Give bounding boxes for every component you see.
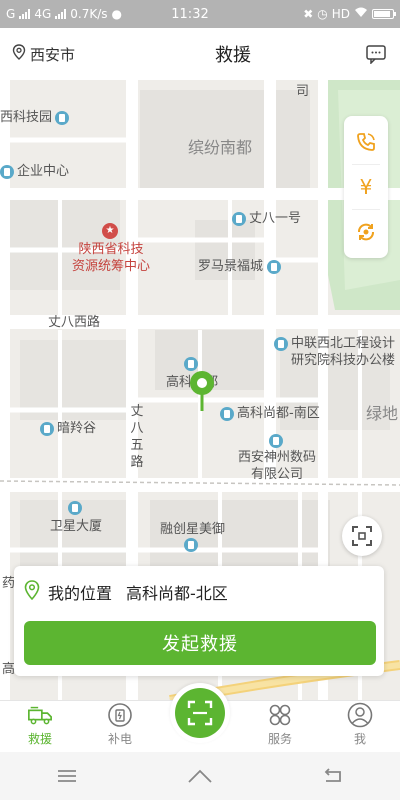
tab-scan[interactable] (160, 683, 240, 752)
map-label-text: 西科技园 (0, 110, 53, 125)
map-label-roma: 罗马景福城 (198, 255, 284, 274)
map-label-text: 卫星大厦 (50, 519, 103, 534)
map-label-rongchuang: 融创星美御 (160, 518, 225, 552)
map-label-text: 八 (130, 421, 144, 436)
building-icon (268, 433, 283, 448)
map-label-text: 有限公司 (251, 467, 304, 482)
building-icon (184, 537, 198, 552)
building-icon (55, 110, 70, 125)
menu-icon[interactable] (47, 761, 87, 791)
tab-label: 服务 (267, 732, 292, 746)
map-label-text: 陕西省科技 (78, 242, 144, 257)
map-label-text: 研究院科技办公楼 (291, 353, 396, 368)
refresh-icon[interactable] (344, 210, 388, 254)
battery-charge-icon (107, 702, 133, 728)
chat-bubble-icon[interactable] (364, 42, 388, 66)
app-header: 西安市 救援 (0, 28, 400, 80)
net-speed: 0.7K/s (70, 7, 108, 21)
signal-icon (19, 9, 31, 19)
map-label-enterprise: 企业中心 (0, 160, 69, 179)
map-label-text: 暗羚谷 (57, 421, 97, 436)
system-nav-bar (0, 752, 400, 800)
my-location-row[interactable]: 我的位置 高科尚都-北区 (14, 566, 384, 618)
building-icon (267, 259, 282, 274)
tab-me[interactable]: 我 (320, 701, 400, 752)
map-label-text: 五 (130, 438, 144, 453)
bottom-tab-bar: 救援 补电 服务 我 (0, 683, 400, 752)
map-side-panel: ¥ (344, 116, 388, 258)
location-card: 我的位置 高科尚都-北区 发起救援 (14, 566, 384, 676)
wifi-icon (354, 7, 368, 21)
map-label-si: 司 (296, 84, 310, 99)
map-label-zhangba-yi: 丈八一号 (232, 207, 301, 226)
map-label-text: 融创星美御 (160, 522, 226, 537)
user-icon (347, 702, 373, 728)
map-label-text: 西安神州数码 (238, 450, 317, 465)
back-icon[interactable] (313, 761, 353, 791)
location-pin-icon (12, 44, 26, 64)
map-label-shaanxi: ★ 陕西省科技 资源统筹中心 (72, 223, 151, 275)
map-label-text: 丈八一号 (249, 211, 302, 226)
scan-icon (175, 688, 225, 738)
mute-icon: ✖ (303, 7, 314, 21)
network-label: 4G (34, 7, 52, 21)
phone-icon[interactable] (344, 120, 388, 164)
map-label-text: 资源统筹中心 (72, 259, 151, 274)
yuan-icon[interactable]: ¥ (344, 165, 388, 209)
map-label-zhangba-road: 丈八西路 (48, 315, 101, 330)
map-label-anling: 暗羚谷 (40, 417, 96, 436)
building-icon (183, 356, 198, 371)
status-time: 11:32 (171, 6, 209, 22)
building-icon (220, 406, 234, 421)
start-rescue-button[interactable]: 发起救援 (24, 621, 376, 665)
notification-bell-icon: ● (111, 7, 122, 21)
city-selector[interactable]: 西安市 (12, 44, 132, 65)
signal-icon-2 (55, 9, 67, 19)
my-location-label: 我的位置 (48, 584, 113, 603)
recenter-scan-icon[interactable] (342, 516, 382, 556)
tab-rescue[interactable]: 救援 (0, 701, 80, 752)
building-icon (274, 336, 288, 351)
carrier-label: G (6, 7, 16, 21)
battery-icon (372, 9, 396, 19)
tab-charge[interactable]: 补电 (80, 701, 160, 752)
map-label-zhonglian: 中联西北工程设计 研究院科技办公楼 (274, 335, 395, 369)
grid-icon (267, 702, 293, 728)
scan-button[interactable] (170, 683, 230, 743)
map-label-binfen: 缤纷南都 (188, 138, 253, 157)
tow-truck-icon (27, 702, 53, 728)
star-icon: ★ (102, 223, 118, 239)
tab-service[interactable]: 服务 (240, 701, 320, 752)
building-icon (232, 211, 246, 226)
home-icon[interactable] (180, 761, 220, 791)
hd-label: HD (331, 7, 350, 21)
status-right: ✖ ◷ HD (244, 7, 396, 21)
map-label-zhangba5: 丈 八 五 路 (130, 403, 144, 471)
tab-label: 我 (353, 732, 366, 746)
building-icon (40, 421, 54, 436)
city-name: 西安市 (30, 45, 76, 64)
map-label-text: 高科尚都-南区 (237, 406, 320, 421)
map-label-text: 罗马景福城 (198, 259, 264, 274)
current-address: 高科尚都-北区 (126, 584, 228, 603)
status-left: G 4G 0.7K/s ● (6, 7, 146, 21)
location-pin-icon (24, 580, 40, 604)
map-label-shenzhou: 西安神州数码 有限公司 (238, 432, 316, 483)
tab-label: 救援 (27, 732, 52, 746)
alarm-icon: ◷ (317, 7, 328, 21)
map-label-text: 企业中心 (17, 164, 70, 179)
building-icon (0, 164, 14, 179)
map-label-gaoke-south: 高科尚都-南区 (220, 402, 320, 421)
status-bar: G 4G 0.7K/s ● 11:32 ✖ ◷ HD (0, 0, 400, 28)
map-marker-icon[interactable] (188, 370, 216, 412)
map-label-text: 中联西北工程设计 (291, 336, 396, 351)
tab-label: 补电 (107, 732, 132, 746)
building-icon (67, 500, 82, 515)
page-title: 救援 (215, 45, 251, 66)
map-label-text: 丈 (130, 404, 144, 419)
map-label-text: 路 (130, 455, 144, 470)
map-label-tech-park: 西科技园 (0, 106, 72, 125)
map-label-weixing: 卫星大厦 (50, 500, 102, 534)
map-label-lvdi: 绿地 (366, 404, 399, 423)
